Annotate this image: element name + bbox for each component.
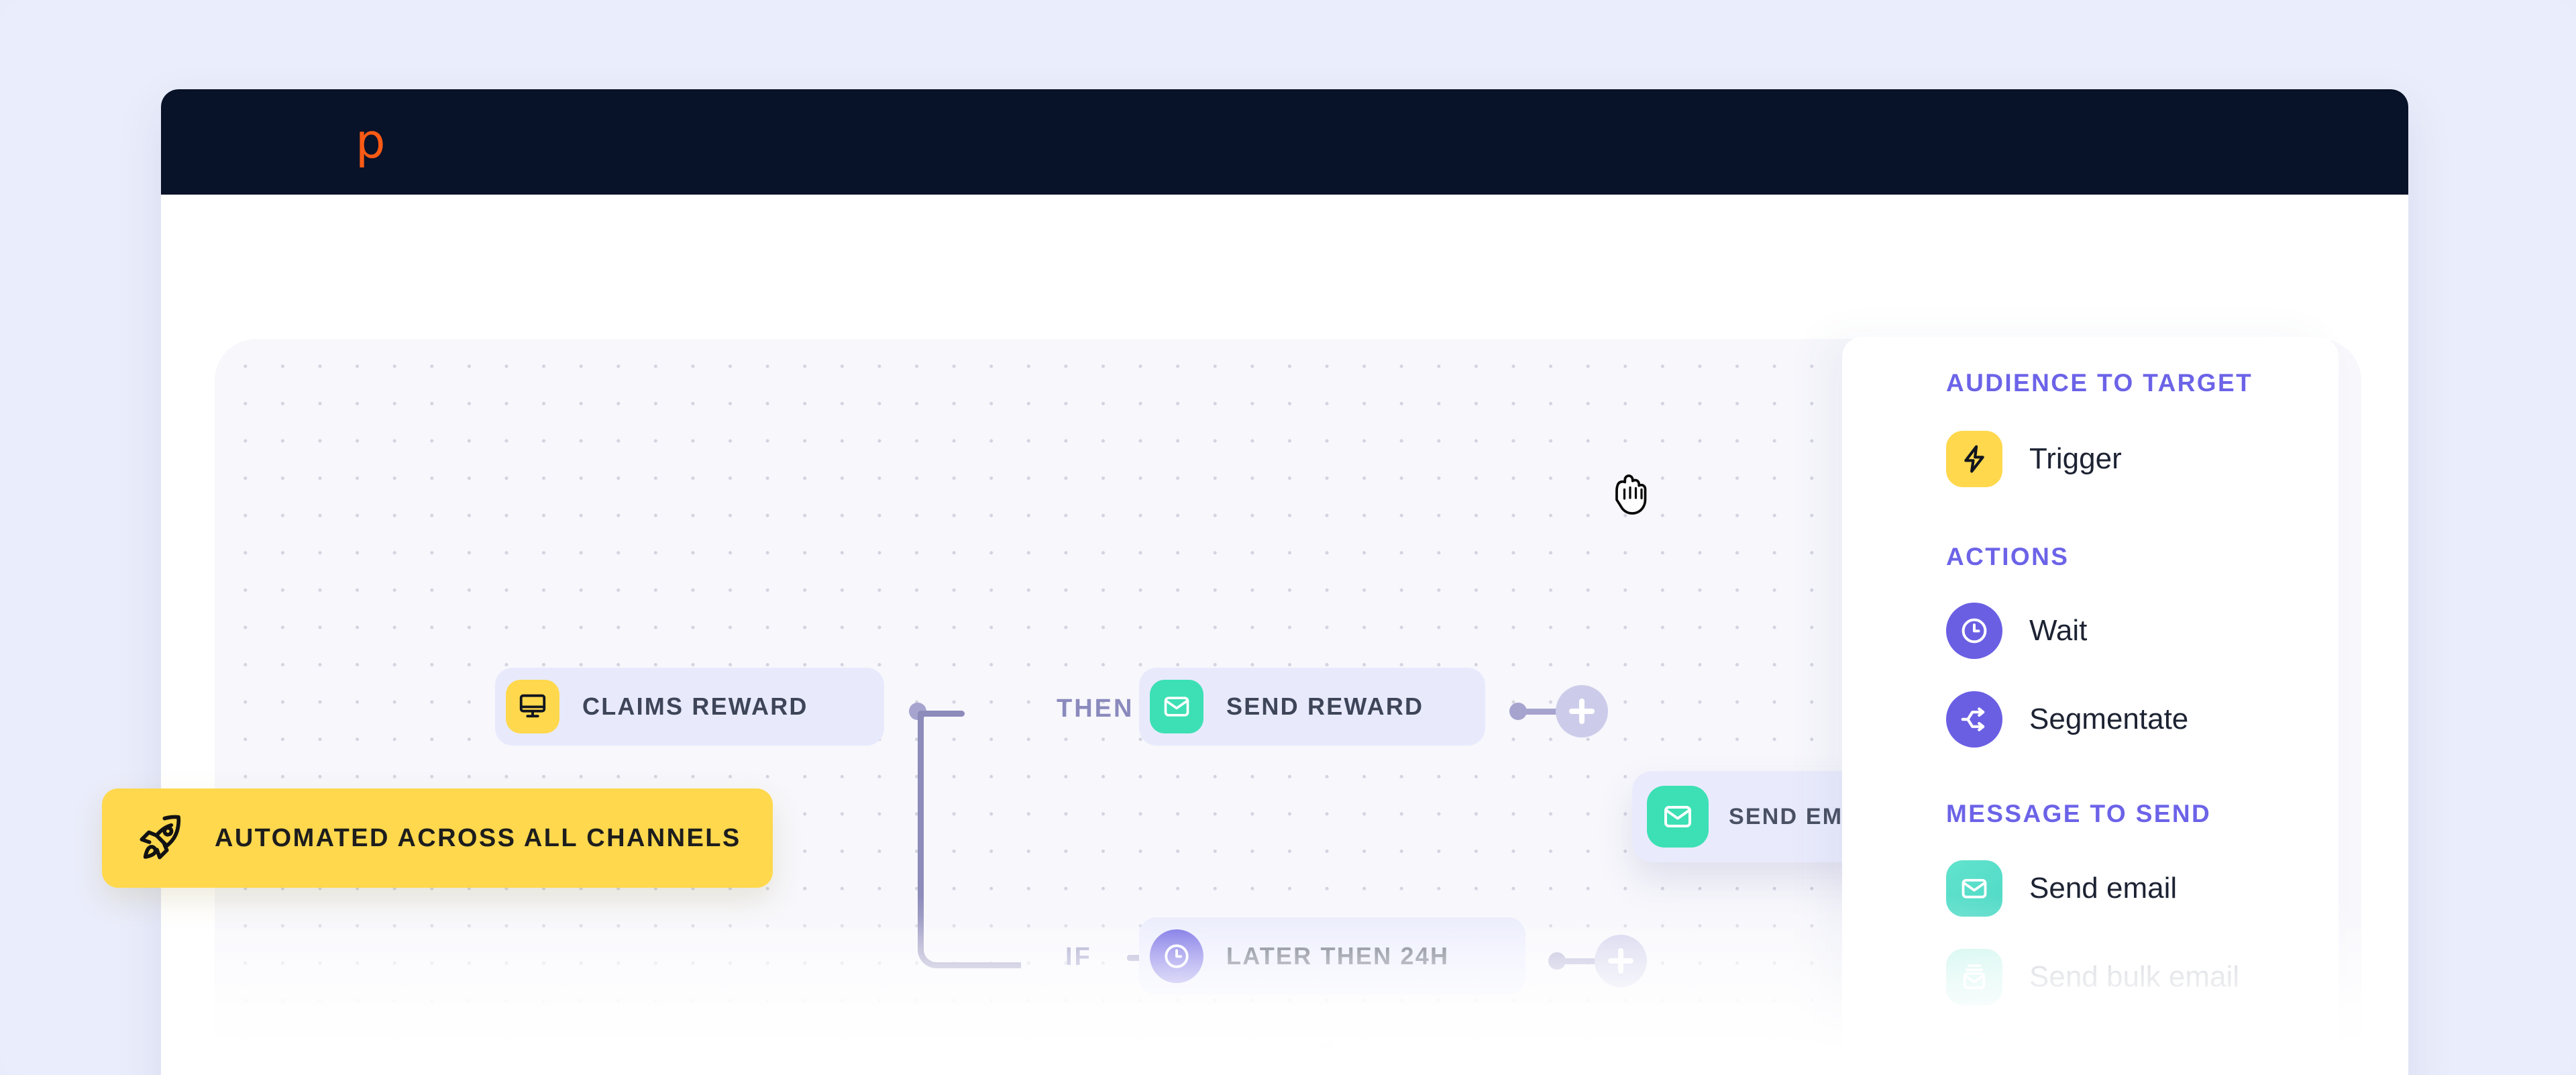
panel-item-label: Send bulk email (2029, 960, 2240, 993)
flow-node-label: CLAIMS REWARD (582, 693, 808, 720)
panel-heading-message: MESSAGE TO SEND (1946, 800, 2212, 827)
branch-label-then-top: THEN (1057, 695, 1134, 723)
panel-item-send-bulk-email[interactable]: Send bulk email (1946, 949, 2239, 1005)
panel-item-trigger[interactable]: Trigger (1946, 431, 2122, 487)
envelope-icon (1150, 680, 1203, 733)
flow-node-label: LATER THEN 24H (1226, 942, 1450, 970)
monitor-icon (506, 680, 559, 733)
flow-node-claims-reward[interactable]: CLAIMS REWARD (495, 668, 884, 746)
add-node-after-send-reward[interactable] (1556, 685, 1608, 737)
panel-item-segmentate[interactable]: Segmentate (1946, 691, 2188, 748)
panel-item-label: Trigger (2029, 442, 2122, 475)
clock-icon (1946, 603, 2002, 659)
blocks-sidebar-panel: AUDIENCE TO TARGET Trigger ACTIONS Wait … (1842, 337, 2339, 1075)
sms-icon (1946, 1037, 2002, 1075)
automation-badge-label: AUTOMATED ACROSS ALL CHANNELS (215, 823, 741, 852)
envelope-icon (1946, 860, 2002, 917)
add-node-after-later[interactable] (1595, 935, 1647, 987)
panel-item-label: SMS (2029, 1049, 2094, 1075)
panel-heading-actions: ACTIONS (1946, 543, 2070, 570)
panel-item-label: Segmentate (2029, 703, 2189, 735)
bulk-envelope-icon (1946, 949, 2002, 1005)
connector-line-down (1324, 1052, 1330, 1075)
grabbing-hand-cursor (1607, 463, 1660, 521)
clock-icon (1150, 929, 1203, 983)
brand-logo[interactable]: p (356, 118, 385, 165)
panel-item-label: Wait (2029, 614, 2088, 647)
rocket-icon (130, 807, 192, 869)
panel-item-send-email[interactable]: Send email (1946, 860, 2177, 917)
panel-heading-audience: AUDIENCE TO TARGET (1946, 369, 2253, 397)
flow-node-send-reward[interactable]: SEND REWARD (1139, 668, 1485, 746)
panel-item-label: Send email (2029, 872, 2178, 905)
flow-node-later-then-24h[interactable]: LATER THEN 24H (1139, 917, 1525, 995)
page-root: p THEN IF CLAIMS REWARD SEND REWARD LATE… (0, 0, 2576, 1075)
branch-label-if: IF (1065, 943, 1092, 971)
app-window: p THEN IF CLAIMS REWARD SEND REWARD LATE… (161, 89, 2408, 1075)
panel-item-wait[interactable]: Wait (1946, 603, 2087, 659)
panel-item-sms[interactable]: SMS (1946, 1037, 2093, 1075)
lightning-bolt-icon (1946, 431, 2002, 487)
app-body: THEN IF CLAIMS REWARD SEND REWARD LATER … (161, 195, 2408, 1075)
connector-elbow-branch (918, 713, 1021, 968)
automation-badge: AUTOMATED ACROSS ALL CHANNELS (102, 788, 773, 888)
flow-node-label: SEND REWARD (1226, 693, 1424, 720)
top-navigation-bar: p (161, 89, 2408, 256)
shuffle-icon (1946, 691, 2002, 748)
envelope-icon (1647, 786, 1709, 848)
